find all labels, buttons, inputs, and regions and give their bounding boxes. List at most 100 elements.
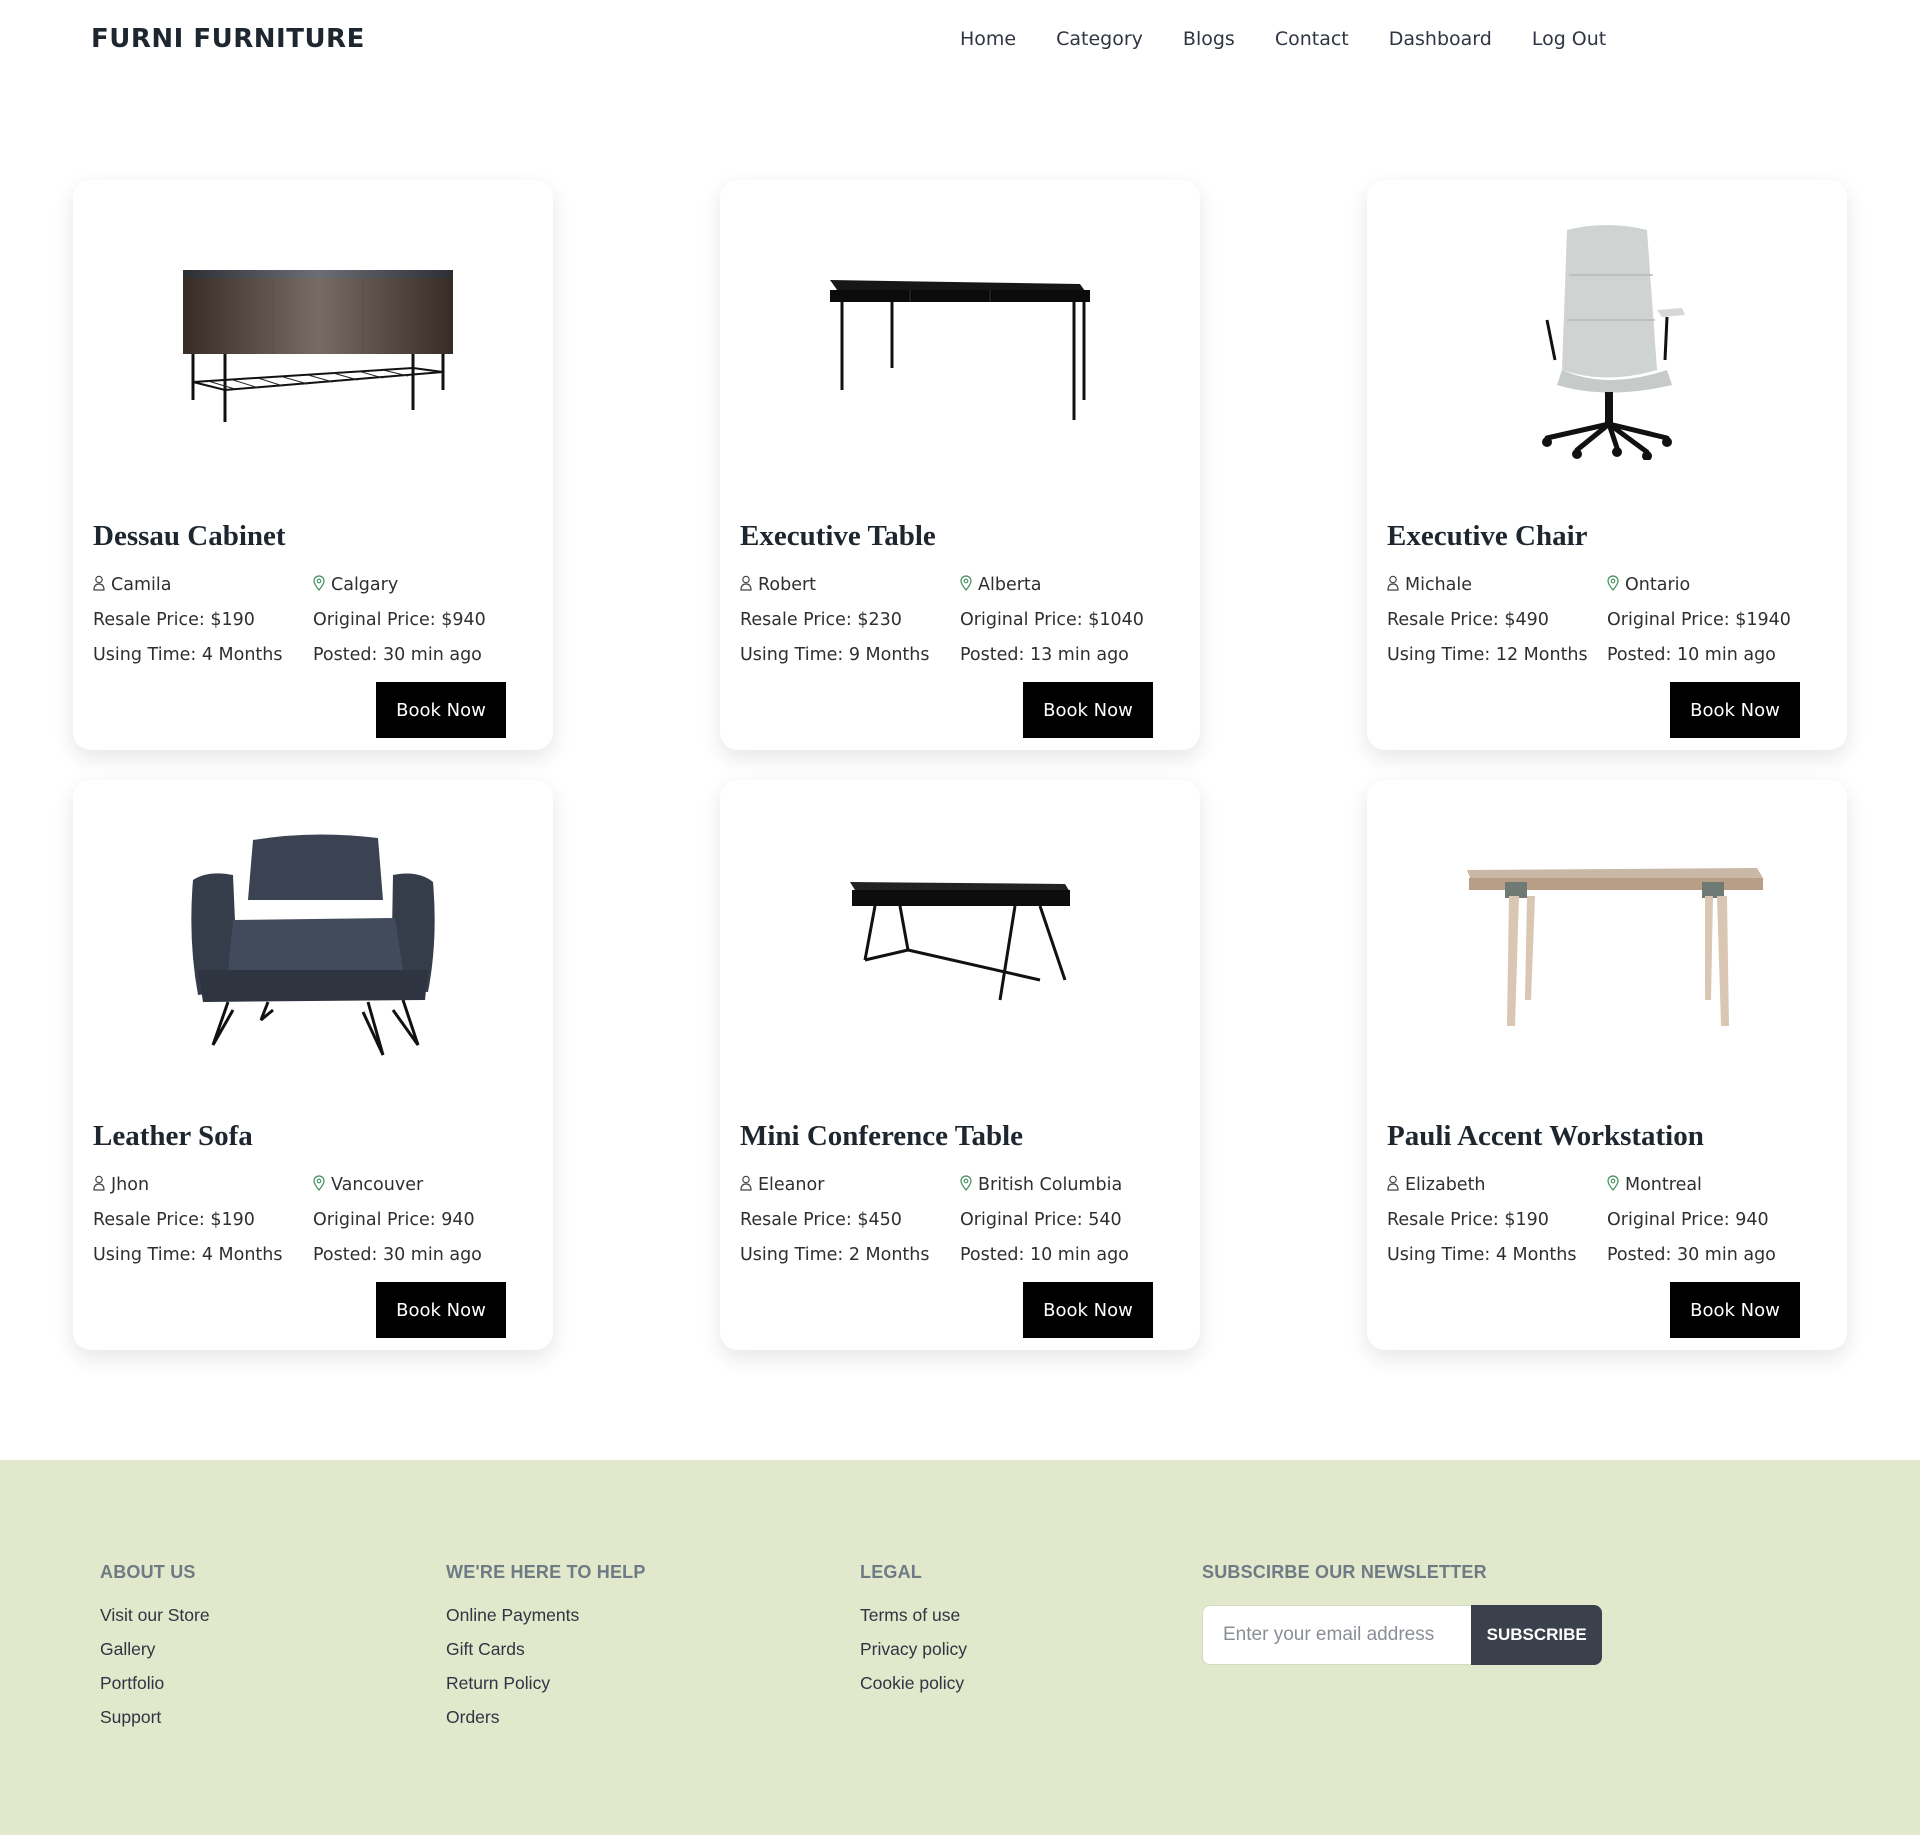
user-icon [740,1175,752,1196]
book-now-button[interactable]: Book Now [376,682,506,738]
footer-link[interactable]: Cookie policy [860,1673,967,1694]
footer-link[interactable]: Support [100,1707,210,1728]
footer-link[interactable]: Return Policy [446,1673,646,1694]
footer-heading: SUBSCIRBE OUR NEWSLETTER [1202,1562,1487,1582]
resale-price: Resale Price: $190 [93,610,255,630]
site-header: FURNI FURNITURE Home Category Blogs Cont… [0,0,1920,84]
using-time: Using Time: 4 Months [1387,1245,1577,1265]
footer-link[interactable]: Gift Cards [446,1639,646,1660]
location: Ontario [1625,575,1691,595]
using-time: Using Time: 2 Months [740,1245,930,1265]
nav-category[interactable]: Category [1056,28,1143,50]
footer-newsletter: SUBSCIRBE OUR NEWSLETTER [1202,1562,1487,1605]
footer-legal: LEGAL Terms of use Privacy policy Cookie… [860,1562,967,1707]
product-title: Dessau Cabinet [93,520,286,552]
original-price: Original Price: $1940 [1607,610,1791,630]
resale-price: Resale Price: $190 [93,1210,255,1230]
posted-time: Posted: 10 min ago [960,1245,1129,1265]
product-title: Mini Conference Table [740,1120,1024,1152]
resale-price: Resale Price: $450 [740,1210,902,1230]
main-nav: Home Category Blogs Contact Dashboard Lo… [960,28,1646,50]
seller-name: Eleanor [758,1175,825,1195]
location: Alberta [978,575,1042,595]
book-now-button[interactable]: Book Now [1023,1282,1153,1338]
footer-heading: ABOUT US [100,1562,196,1582]
seller-name: Michale [1405,575,1473,595]
seller-name: Jhon [111,1175,150,1195]
email-input[interactable] [1202,1605,1472,1665]
posted-time: Posted: 30 min ago [313,1245,482,1265]
posted-time: Posted: 13 min ago [960,645,1129,665]
footer-help: WE'RE HERE TO HELP Online Payments Gift … [446,1562,646,1741]
user-icon [740,575,752,596]
product-image-cabinet [73,180,553,500]
book-now-button[interactable]: Book Now [1670,682,1800,738]
user-icon [93,1175,105,1196]
nav-dashboard[interactable]: Dashboard [1389,28,1492,50]
product-image-desk [720,180,1200,500]
seller-name: Elizabeth [1405,1175,1486,1195]
resale-price: Resale Price: $190 [1387,1210,1549,1230]
book-now-button[interactable]: Book Now [1670,1282,1800,1338]
seller-name: Robert [758,575,817,595]
seller-name: Camila [111,575,172,595]
product-title: Executive Chair [1387,520,1588,552]
user-icon [1387,575,1399,596]
location-pin-icon [960,1175,972,1196]
original-price: Original Price: 940 [313,1210,475,1230]
brand-logo[interactable]: FURNI FURNITURE [91,24,365,54]
original-price: Original Price: $940 [313,610,486,630]
nav-blogs[interactable]: Blogs [1183,28,1235,50]
subscribe-button[interactable]: SUBSCRIBE [1471,1605,1602,1665]
location-pin-icon [1607,1175,1619,1196]
footer-link[interactable]: Visit our Store [100,1605,210,1626]
posted-time: Posted: 30 min ago [1607,1245,1776,1265]
resale-price: Resale Price: $490 [1387,610,1549,630]
location: Vancouver [331,1175,424,1195]
user-icon [93,575,105,596]
product-card: Executive Table Robert Alberta Resale Pr… [720,180,1200,750]
site-footer: ABOUT US Visit our Store Gallery Portfol… [0,1460,1920,1835]
product-title: Executive Table [740,520,936,552]
product-card: Dessau Cabinet Camila Calgary Resale Pri… [73,180,553,750]
footer-link[interactable]: Privacy policy [860,1639,967,1660]
product-card: Executive Chair Michale Ontario Resale P… [1367,180,1847,750]
footer-about: ABOUT US Visit our Store Gallery Portfol… [100,1562,210,1741]
product-card: Pauli Accent Workstation Elizabeth Montr… [1367,780,1847,1350]
book-now-button[interactable]: Book Now [1023,682,1153,738]
footer-heading: WE'RE HERE TO HELP [446,1562,646,1582]
location-pin-icon [1607,575,1619,596]
product-image-armchair [73,780,553,1100]
product-image-office-chair [1367,180,1847,500]
newsletter-form: SUBSCRIBE [1202,1605,1602,1665]
product-image-small-desk [720,780,1200,1100]
posted-time: Posted: 30 min ago [313,645,482,665]
user-icon [1387,1175,1399,1196]
product-image-wood-table [1367,780,1847,1100]
location-pin-icon [313,1175,325,1196]
book-now-button[interactable]: Book Now [376,1282,506,1338]
location: Calgary [331,575,399,595]
product-title: Leather Sofa [93,1120,253,1152]
footer-link[interactable]: Orders [446,1707,646,1728]
product-title: Pauli Accent Workstation [1387,1120,1704,1152]
product-grid: Dessau Cabinet Camila Calgary Resale Pri… [73,180,1849,1360]
location: British Columbia [978,1175,1123,1195]
nav-log-out[interactable]: Log Out [1532,28,1606,50]
original-price: Original Price: 940 [1607,1210,1769,1230]
footer-link[interactable]: Online Payments [446,1605,646,1626]
location: Montreal [1625,1175,1702,1195]
nav-home[interactable]: Home [960,28,1016,50]
footer-link[interactable]: Terms of use [860,1605,967,1626]
original-price: Original Price: $1040 [960,610,1144,630]
footer-link[interactable]: Portfolio [100,1673,210,1694]
using-time: Using Time: 9 Months [740,645,930,665]
using-time: Using Time: 4 Months [93,1245,283,1265]
resale-price: Resale Price: $230 [740,610,902,630]
footer-heading: LEGAL [860,1562,922,1582]
location-pin-icon [313,575,325,596]
product-card: Leather Sofa Jhon Vancouver Resale Price… [73,780,553,1350]
location-pin-icon [960,575,972,596]
nav-contact[interactable]: Contact [1275,28,1349,50]
footer-link[interactable]: Gallery [100,1639,210,1660]
